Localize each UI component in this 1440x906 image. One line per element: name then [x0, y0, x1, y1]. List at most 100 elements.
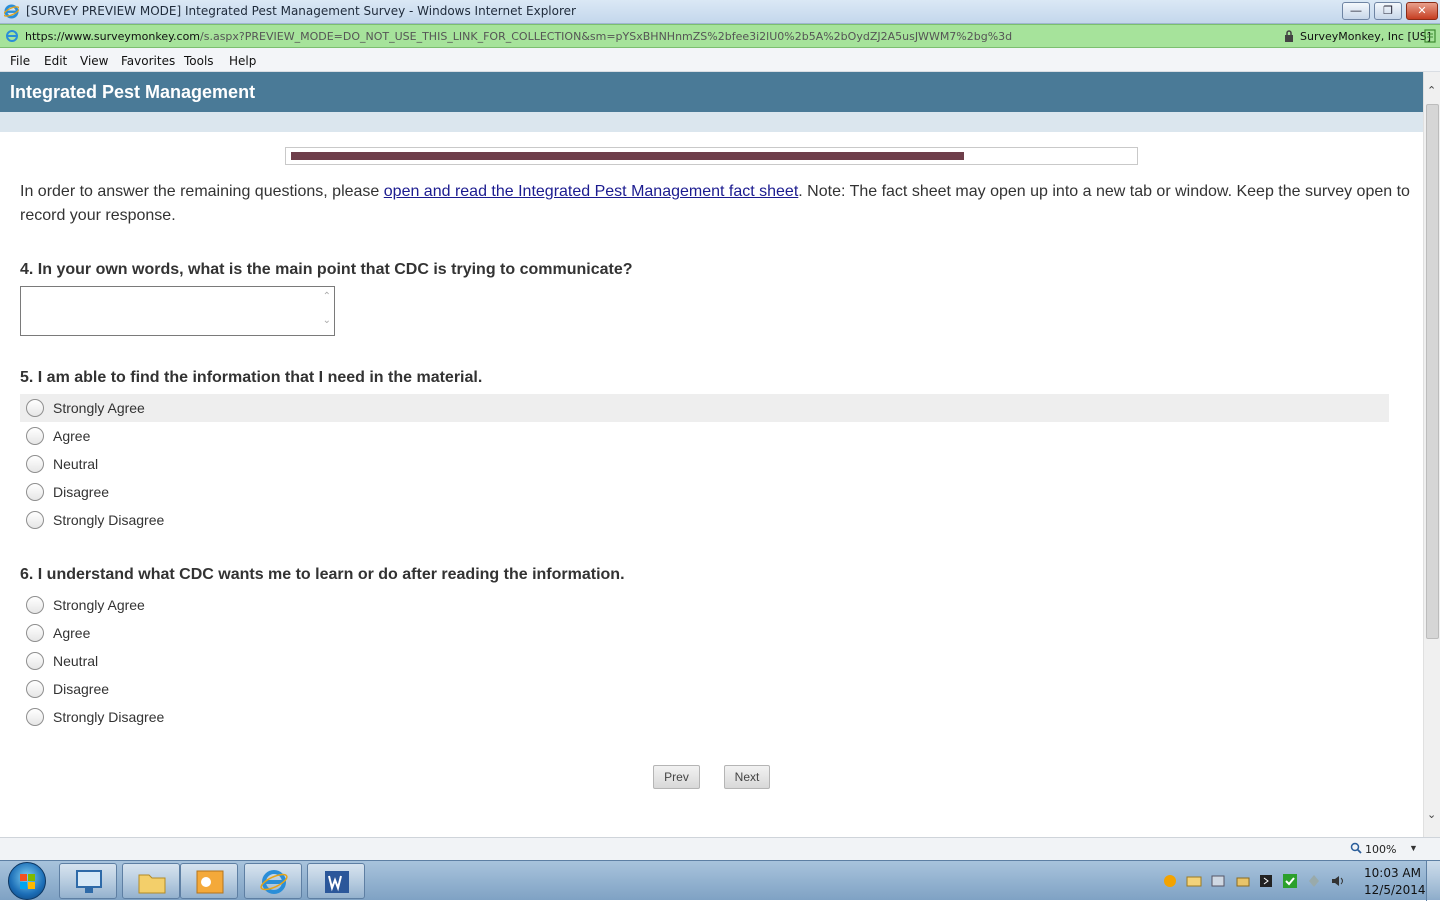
q5-option-strongly-disagree[interactable]: Strongly Disagree [20, 506, 1389, 534]
minimize-icon: — [1350, 5, 1362, 17]
restore-icon: ❐ [1383, 5, 1393, 17]
show-desktop-button[interactable] [1426, 861, 1440, 901]
internet-explorer-icon [4, 4, 19, 19]
option-label: Strongly Agree [53, 597, 145, 613]
prev-button[interactable]: Prev [653, 765, 700, 789]
menu-favorites[interactable]: Favorites [121, 54, 175, 68]
close-icon: ✕ [1417, 5, 1427, 17]
minimize-button[interactable]: — [1342, 2, 1370, 20]
menu-edit[interactable]: Edit [44, 54, 67, 68]
scroll-up-icon[interactable]: ⌃ [1427, 84, 1436, 97]
scroll-down-icon[interactable]: ⌄ [1427, 808, 1436, 821]
progress-bar-fill [291, 152, 964, 160]
option-label: Strongly Agree [53, 400, 145, 416]
security-check-icon[interactable] [1282, 873, 1298, 889]
address-bar[interactable]: https://www.surveymonkey.com/s.aspx?PREV… [0, 24, 1440, 48]
question-4-textarea[interactable]: ⌃ ⌄ [20, 286, 335, 336]
radio-button[interactable] [26, 652, 44, 670]
volume-icon[interactable] [1330, 873, 1346, 889]
page-content: Integrated Pest Management In order to a… [0, 72, 1423, 837]
notification-icon[interactable] [1162, 873, 1178, 889]
menu-view[interactable]: View [80, 54, 108, 68]
menu-help[interactable]: Help [229, 54, 256, 68]
header-divider [0, 112, 1423, 132]
radio-button[interactable] [26, 427, 44, 445]
taskbar-internet-explorer[interactable] [244, 863, 302, 899]
option-label: Strongly Disagree [53, 709, 165, 725]
option-label: Agree [53, 625, 91, 641]
q5-option-agree[interactable]: Agree [20, 422, 1389, 450]
radio-button[interactable] [26, 483, 44, 501]
close-button[interactable]: ✕ [1406, 2, 1438, 20]
q5-option-strongly-agree[interactable]: Strongly Agree [20, 394, 1389, 422]
clock-time[interactable]: 10:03 AM [1364, 866, 1421, 880]
radio-button[interactable] [26, 624, 44, 642]
option-label: Disagree [53, 681, 110, 697]
taskbar-file-explorer[interactable] [122, 863, 180, 899]
status-bar: 100% ▼ [0, 837, 1440, 860]
option-label: Agree [53, 428, 91, 444]
word-icon [325, 871, 349, 893]
option-label: Neutral [53, 653, 99, 669]
survey-title: Integrated Pest Management [10, 82, 256, 102]
progress-bar [285, 147, 1138, 165]
windows-logo-icon [20, 874, 35, 889]
q6-option-strongly-disagree[interactable]: Strongly Disagree [20, 703, 1389, 731]
option-label: Strongly Disagree [53, 512, 165, 528]
radio-button[interactable] [26, 680, 44, 698]
question-4: 4. In your own words, what is the main p… [20, 261, 633, 278]
menu-bar: File Edit View Favorites Tools Help [0, 48, 1440, 72]
window-title-bar: [SURVEY PREVIEW MODE] Integrated Pest Ma… [0, 0, 1440, 24]
q6-option-strongly-agree[interactable]: Strongly Agree [20, 591, 1389, 619]
taskbar-outlook[interactable] [180, 863, 238, 899]
survey-header: Integrated Pest Management [0, 72, 1423, 112]
compatibility-view-icon[interactable] [1424, 29, 1436, 43]
textarea-scroll-up-icon[interactable]: ⌃ [323, 291, 331, 302]
mail-icon[interactable] [1186, 873, 1202, 889]
lock-icon[interactable] [1284, 30, 1294, 42]
taskbar-word[interactable] [307, 863, 365, 899]
url-text[interactable]: https://www.surveymonkey.com/s.aspx?PREV… [25, 30, 1012, 43]
vertical-scrollbar[interactable]: ⌃ ⌄ [1423, 72, 1440, 837]
zoom-level[interactable]: 100% [1365, 843, 1396, 856]
restore-button[interactable]: ❐ [1374, 2, 1402, 20]
question-6: 6. I understand what CDC wants me to lea… [20, 566, 625, 583]
menu-file[interactable]: File [10, 54, 30, 68]
internet-explorer-icon [260, 870, 288, 894]
textarea-scroll-down-icon[interactable]: ⌄ [323, 315, 331, 326]
remote-desktop-icon [76, 870, 102, 893]
folder-icon [138, 874, 166, 894]
bluetooth-icon[interactable] [1258, 873, 1274, 889]
radio-button[interactable] [26, 455, 44, 473]
start-button[interactable] [8, 862, 46, 900]
intro-text: In order to answer the remaining questio… [20, 183, 1410, 224]
network-drive-icon[interactable] [1210, 873, 1226, 889]
option-label: Disagree [53, 484, 110, 500]
zoom-icon[interactable] [1350, 842, 1362, 854]
q6-option-agree[interactable]: Agree [20, 619, 1389, 647]
radio-button[interactable] [26, 399, 44, 417]
taskbar: 10:03 AM 12/5/2014 [0, 860, 1440, 901]
sync-icon[interactable] [1235, 873, 1251, 889]
window-title: [SURVEY PREVIEW MODE] Integrated Pest Ma… [26, 4, 576, 18]
certificate-identity[interactable]: SurveyMonkey, Inc [US] [1300, 30, 1431, 43]
q6-option-neutral[interactable]: Neutral [20, 647, 1389, 675]
radio-button[interactable] [26, 511, 44, 529]
radio-button[interactable] [26, 708, 44, 726]
radio-button[interactable] [26, 596, 44, 614]
outlook-icon [196, 870, 224, 894]
network-icon[interactable] [1306, 873, 1322, 889]
taskbar-remote-desktop[interactable] [59, 863, 117, 899]
menu-tools[interactable]: Tools [184, 54, 214, 68]
question-5: 5. I am able to find the information tha… [20, 369, 483, 386]
clock-date[interactable]: 12/5/2014 [1364, 883, 1426, 897]
scrollbar-thumb[interactable] [1426, 104, 1439, 639]
fact-sheet-link[interactable]: open and read the Integrated Pest Manage… [384, 183, 799, 200]
chevron-down-icon[interactable]: ▼ [1409, 843, 1418, 853]
next-button[interactable]: Next [724, 765, 770, 789]
option-label: Neutral [53, 456, 99, 472]
q6-option-disagree[interactable]: Disagree [20, 675, 1389, 703]
q5-option-neutral[interactable]: Neutral [20, 450, 1389, 478]
page-icon [6, 30, 18, 42]
q5-option-disagree[interactable]: Disagree [20, 478, 1389, 506]
